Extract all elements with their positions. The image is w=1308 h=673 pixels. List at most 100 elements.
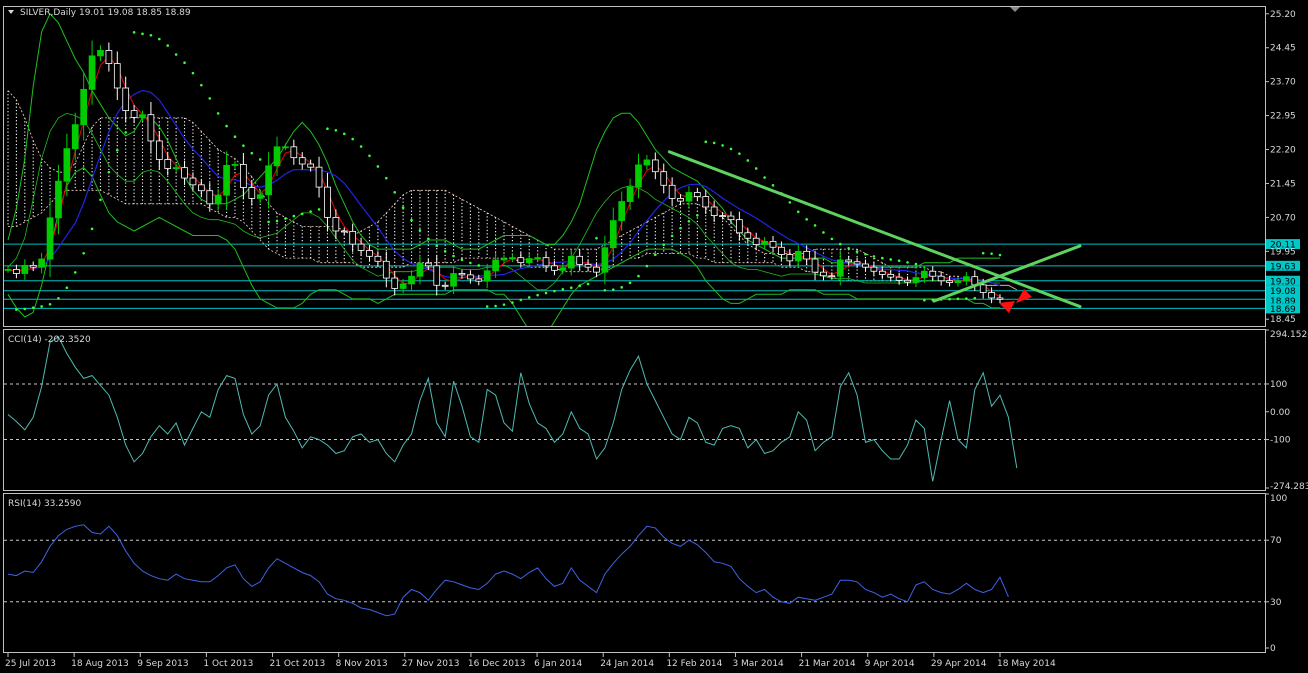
x-tick-label: 29 Apr 2014 xyxy=(931,659,987,669)
price-badge: 19.30 xyxy=(1266,275,1300,287)
sar-dot xyxy=(569,286,573,290)
sar-dot xyxy=(981,251,985,255)
candle xyxy=(214,188,222,211)
candle-body xyxy=(122,87,130,112)
candle-body xyxy=(298,157,306,165)
dropdown-triangle-icon[interactable] xyxy=(8,10,14,14)
candle xyxy=(172,164,180,173)
sar-dot xyxy=(965,297,968,300)
candle-body xyxy=(324,186,331,218)
candle-body xyxy=(559,267,567,271)
sar-dot xyxy=(763,176,766,179)
x-tick-label: 9 Apr 2014 xyxy=(865,659,915,669)
candle-body xyxy=(836,259,844,277)
sar-dot xyxy=(242,144,245,147)
y-tick-label: 18.45 xyxy=(1270,315,1296,325)
trading-chart[interactable]: 20.1119.6319.3019.0818.8918.69 25.2024.4… xyxy=(0,0,1308,673)
chart-shift-marker-icon[interactable] xyxy=(1010,7,1020,12)
sar-dot xyxy=(687,220,691,223)
sar-dot xyxy=(721,144,724,147)
sar-dot xyxy=(326,127,329,131)
candle-body xyxy=(761,240,768,245)
candle-body xyxy=(609,220,617,249)
candle-body xyxy=(198,184,205,192)
y-tick-label: 24.45 xyxy=(1270,44,1296,54)
candle-body xyxy=(256,194,264,199)
candle-body xyxy=(366,250,373,257)
candle xyxy=(853,257,861,269)
candle xyxy=(862,259,869,272)
candle xyxy=(752,232,760,251)
sar-dot xyxy=(267,220,270,224)
parabolic-sar xyxy=(15,31,1002,311)
sar-dot xyxy=(300,212,304,216)
candle xyxy=(231,160,239,169)
sar-dot xyxy=(696,214,699,217)
candle xyxy=(71,112,79,161)
candle xyxy=(181,160,188,186)
candle-body xyxy=(651,159,659,173)
candle-body xyxy=(307,163,314,168)
candle-body xyxy=(273,146,281,167)
candle-body xyxy=(80,88,88,126)
candle-body xyxy=(601,247,609,273)
candle-body xyxy=(635,164,642,188)
candle xyxy=(609,207,617,261)
candle-body xyxy=(937,275,945,282)
candle-body xyxy=(139,114,146,118)
candle-body xyxy=(996,297,1004,300)
candle xyxy=(290,139,298,165)
candle-body xyxy=(988,292,995,299)
candle-body xyxy=(593,266,600,273)
sar-dot xyxy=(881,256,884,260)
candle xyxy=(618,191,626,231)
candle-body xyxy=(88,55,96,90)
candle-body xyxy=(744,232,752,239)
candle xyxy=(626,178,634,211)
price-badge-label: 18.69 xyxy=(1270,305,1296,315)
sar-dot xyxy=(679,226,682,230)
rsi-tick-label: 30 xyxy=(1270,598,1282,608)
candle xyxy=(164,152,172,176)
sar-dot xyxy=(351,137,354,141)
candle-body xyxy=(214,194,222,205)
candle-body xyxy=(979,284,987,293)
candle xyxy=(391,271,399,296)
sar-dot xyxy=(191,71,195,75)
x-tick-label: 21 Oct 2013 xyxy=(270,659,326,669)
y-tick-label: 22.95 xyxy=(1270,112,1296,122)
sar-dot xyxy=(292,214,296,218)
candle-body xyxy=(130,110,138,118)
sar-dot xyxy=(132,31,136,34)
sar-dot xyxy=(124,131,127,134)
candle-body xyxy=(155,140,163,160)
candle-body xyxy=(181,167,188,179)
signal-arrow-down xyxy=(999,300,1015,313)
sar-dot xyxy=(645,264,649,268)
candle-body xyxy=(525,258,533,264)
sar-dot xyxy=(183,61,186,65)
sar-dot xyxy=(527,296,531,299)
candle-body xyxy=(912,277,920,283)
candle-body xyxy=(475,278,483,282)
sar-dot xyxy=(48,302,52,306)
sar-dot xyxy=(401,206,405,209)
trendlines xyxy=(667,150,1082,313)
candle-body xyxy=(349,231,357,245)
candle-body xyxy=(492,259,499,272)
candle xyxy=(702,189,710,215)
candle xyxy=(105,42,113,72)
candle-body xyxy=(509,257,516,260)
candle xyxy=(467,270,474,284)
sar-dot xyxy=(469,261,472,265)
sar-dot xyxy=(73,271,77,274)
sar-dot xyxy=(729,147,733,151)
candle xyxy=(719,212,726,220)
candle-body xyxy=(374,255,382,262)
sar-dot xyxy=(670,234,674,238)
rsi-panel-frame xyxy=(3,493,1266,653)
candle xyxy=(441,281,449,290)
rsi-tick-label: 0 xyxy=(1270,644,1276,654)
sar-dot xyxy=(603,288,607,292)
candle-body xyxy=(626,186,634,202)
